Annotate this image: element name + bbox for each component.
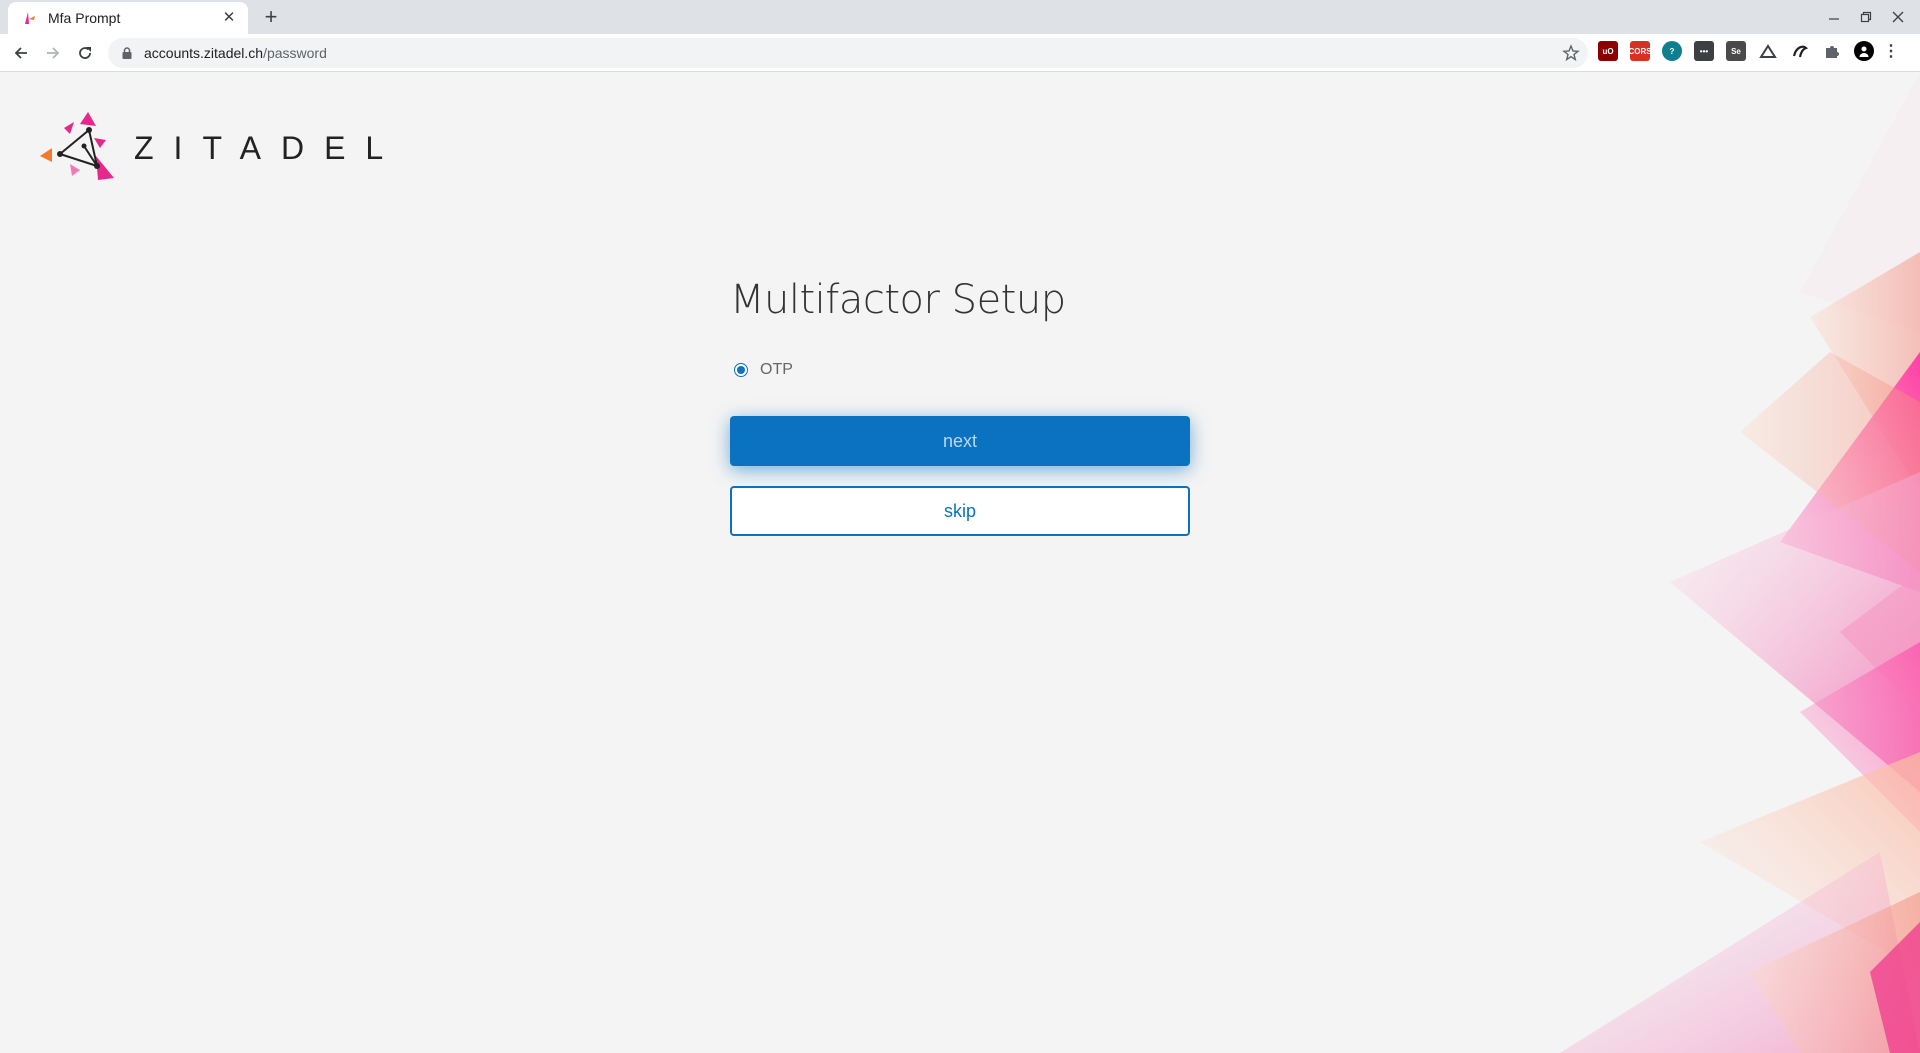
back-arrow-icon xyxy=(14,47,27,59)
next-button[interactable]: next xyxy=(730,416,1190,466)
lock-icon xyxy=(122,47,132,59)
menu-icon[interactable]: ⋮ xyxy=(1883,41,1899,61)
ninja-icon[interactable] xyxy=(1758,41,1778,61)
forward-button[interactable] xyxy=(38,38,68,68)
ublock-icon[interactable]: uO xyxy=(1598,41,1618,61)
url-path: /password xyxy=(263,45,327,61)
question-icon[interactable]: ? xyxy=(1662,41,1682,61)
minimize-icon xyxy=(1829,18,1839,20)
decorative-shapes xyxy=(1560,72,1920,1053)
otp-radio[interactable] xyxy=(734,363,748,377)
url-host: accounts.zitadel.ch xyxy=(144,45,264,61)
window-controls xyxy=(1818,4,1914,30)
reload-button[interactable] xyxy=(70,38,100,68)
browser-toolbar: accounts.zitadel.ch/password uO CORS ? •… xyxy=(0,34,1920,72)
zitadel-favicon-icon xyxy=(25,12,35,24)
page-title: Multifactor Setup xyxy=(730,277,1066,323)
tab-close-icon[interactable]: ✕ xyxy=(220,9,238,27)
tab-title: Mfa Prompt xyxy=(48,10,121,26)
new-tab-button[interactable]: + xyxy=(258,6,284,30)
skip-button[interactable]: skip xyxy=(730,486,1190,536)
otp-label[interactable]: OTP xyxy=(760,361,793,379)
bookmark-star-icon[interactable] xyxy=(1562,44,1580,62)
page-content: ZITADEL Multifactor Setup OTP next skip xyxy=(0,72,1920,1053)
browser-tab[interactable]: Mfa Prompt ✕ xyxy=(8,2,248,34)
logo-text: ZITADEL xyxy=(134,129,404,166)
close-icon xyxy=(1892,11,1904,23)
back-button[interactable] xyxy=(6,38,36,68)
restore-button[interactable] xyxy=(1850,4,1882,30)
minimize-button[interactable] xyxy=(1818,4,1850,30)
reload-icon xyxy=(79,47,91,59)
close-window-button[interactable] xyxy=(1882,4,1914,30)
radio-selected-dot xyxy=(737,366,745,374)
cors-icon[interactable]: CORS xyxy=(1628,41,1652,61)
extensions-area: uO CORS ? ••• Se ⋮ xyxy=(1598,41,1908,61)
mfa-setup-form: Multifactor Setup OTP next skip xyxy=(730,277,1190,536)
tab-bar: Mfa Prompt ✕ + xyxy=(0,0,1920,34)
gnu-icon[interactable] xyxy=(1790,41,1810,61)
restore-icon xyxy=(1860,11,1872,23)
dots-icon[interactable]: ••• xyxy=(1694,41,1714,61)
zitadel-logo-icon xyxy=(40,112,114,180)
puzzle-icon[interactable] xyxy=(1822,41,1842,61)
profile-icon[interactable] xyxy=(1854,41,1874,61)
zitadel-logo[interactable]: ZITADEL xyxy=(40,112,403,184)
address-bar[interactable]: accounts.zitadel.ch/password xyxy=(108,38,1588,68)
forward-arrow-icon xyxy=(47,47,60,59)
option-otp[interactable]: OTP xyxy=(734,361,1190,379)
selenium-icon[interactable]: Se xyxy=(1726,41,1746,61)
